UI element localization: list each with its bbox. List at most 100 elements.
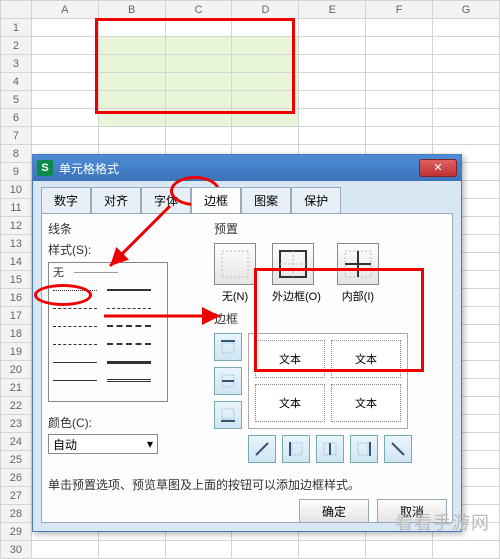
cell[interactable] [433, 55, 500, 73]
cell[interactable] [31, 541, 98, 559]
cell[interactable] [165, 55, 232, 73]
color-select[interactable]: 自动 ▾ [48, 434, 158, 454]
col-B[interactable]: B [98, 1, 165, 19]
tab-font[interactable]: 字体 [141, 187, 191, 213]
cell[interactable] [366, 37, 433, 55]
row-18[interactable]: 18 [1, 325, 32, 343]
row-29[interactable]: 29 [1, 523, 32, 541]
cell[interactable] [98, 19, 165, 37]
cell[interactable] [31, 55, 98, 73]
cell[interactable] [31, 109, 98, 127]
border-diag-down-button[interactable] [384, 435, 412, 463]
cell[interactable] [299, 127, 366, 145]
cell[interactable] [366, 91, 433, 109]
col-F[interactable]: F [366, 1, 433, 19]
row-25[interactable]: 25 [1, 451, 32, 469]
cell[interactable] [366, 19, 433, 37]
cell[interactable] [232, 127, 299, 145]
cell[interactable] [98, 73, 165, 91]
cell[interactable] [299, 19, 366, 37]
row-24[interactable]: 24 [1, 433, 32, 451]
cell[interactable] [165, 127, 232, 145]
border-left-button[interactable] [282, 435, 310, 463]
cell[interactable] [433, 541, 500, 559]
cell[interactable] [31, 19, 98, 37]
cell[interactable] [98, 91, 165, 109]
cell[interactable] [232, 109, 299, 127]
row-9[interactable]: 9 [1, 163, 32, 181]
cell[interactable] [98, 109, 165, 127]
cell[interactable] [366, 55, 433, 73]
cell[interactable] [232, 91, 299, 109]
cell[interactable] [299, 73, 366, 91]
cell[interactable] [299, 91, 366, 109]
cell[interactable] [299, 109, 366, 127]
preset-outline-button[interactable] [272, 243, 314, 285]
cell[interactable] [232, 73, 299, 91]
cell[interactable] [165, 109, 232, 127]
tab-number[interactable]: 数字 [41, 187, 91, 213]
row-23[interactable]: 23 [1, 415, 32, 433]
cell[interactable] [232, 19, 299, 37]
cell[interactable] [165, 91, 232, 109]
cell[interactable] [31, 127, 98, 145]
row-6[interactable]: 6 [1, 109, 32, 127]
cell[interactable] [232, 541, 299, 559]
cell[interactable] [31, 73, 98, 91]
cell[interactable] [299, 541, 366, 559]
row-13[interactable]: 13 [1, 235, 32, 253]
cell[interactable] [366, 73, 433, 91]
cell[interactable] [98, 127, 165, 145]
row-27[interactable]: 27 [1, 487, 32, 505]
col-G[interactable]: G [433, 1, 500, 19]
row-7[interactable]: 7 [1, 127, 32, 145]
tab-pattern[interactable]: 图案 [241, 187, 291, 213]
row-12[interactable]: 12 [1, 217, 32, 235]
cell[interactable] [165, 541, 232, 559]
border-top-button[interactable] [214, 333, 242, 361]
col-E[interactable]: E [299, 1, 366, 19]
cell[interactable] [433, 91, 500, 109]
row-14[interactable]: 14 [1, 253, 32, 271]
row-19[interactable]: 19 [1, 343, 32, 361]
line-style-list[interactable]: 无 [48, 262, 168, 402]
row-21[interactable]: 21 [1, 379, 32, 397]
row-30[interactable]: 30 [1, 541, 32, 559]
row-26[interactable]: 26 [1, 469, 32, 487]
row-28[interactable]: 28 [1, 505, 32, 523]
cell[interactable] [433, 73, 500, 91]
border-bottom-button[interactable] [214, 401, 242, 429]
cell[interactable] [31, 91, 98, 109]
close-button[interactable]: ✕ [419, 159, 457, 177]
dialog-titlebar[interactable]: S 单元格格式 ✕ [33, 155, 461, 181]
cell[interactable] [165, 73, 232, 91]
border-diag-up-button[interactable] [248, 435, 276, 463]
row-1[interactable]: 1 [1, 19, 32, 37]
row-10[interactable]: 10 [1, 181, 32, 199]
cell[interactable] [165, 19, 232, 37]
preset-none-button[interactable] [214, 243, 256, 285]
row-3[interactable]: 3 [1, 55, 32, 73]
cell[interactable] [98, 37, 165, 55]
cell[interactable] [366, 109, 433, 127]
row-16[interactable]: 16 [1, 289, 32, 307]
row-11[interactable]: 11 [1, 199, 32, 217]
col-C[interactable]: C [165, 1, 232, 19]
row-5[interactable]: 5 [1, 91, 32, 109]
cell[interactable] [366, 541, 433, 559]
col-A[interactable]: A [31, 1, 98, 19]
row-15[interactable]: 15 [1, 271, 32, 289]
border-vmid-button[interactable] [316, 435, 344, 463]
cell[interactable] [165, 37, 232, 55]
row-2[interactable]: 2 [1, 37, 32, 55]
border-hmid-button[interactable] [214, 367, 242, 395]
cell[interactable] [98, 541, 165, 559]
row-20[interactable]: 20 [1, 361, 32, 379]
cell[interactable] [98, 55, 165, 73]
cell[interactable] [433, 109, 500, 127]
line-style-none[interactable]: 无 [53, 264, 64, 280]
cell[interactable] [232, 37, 299, 55]
cell[interactable] [299, 37, 366, 55]
tab-protect[interactable]: 保护 [291, 187, 341, 213]
cell[interactable] [433, 127, 500, 145]
